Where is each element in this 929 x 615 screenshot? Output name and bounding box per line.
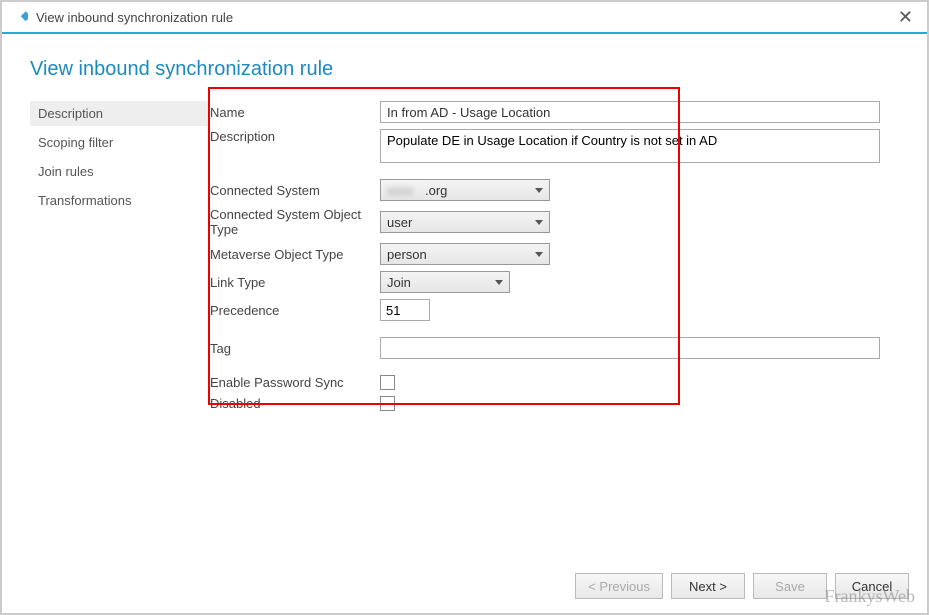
- enable-password-sync-checkbox[interactable]: [380, 375, 395, 390]
- description-input[interactable]: [380, 129, 880, 163]
- close-icon[interactable]: ✕: [892, 6, 919, 28]
- label-disabled: Disabled: [210, 396, 380, 411]
- label-name: Name: [210, 105, 380, 120]
- titlebar: View inbound synchronization rule ✕: [2, 2, 927, 34]
- label-enable-password-sync: Enable Password Sync: [210, 375, 380, 390]
- label-link-type: Link Type: [210, 275, 380, 290]
- tag-input[interactable]: [380, 337, 880, 359]
- sidebar: Description Scoping filter Join rules Tr…: [30, 101, 210, 417]
- label-mv-object-type: Metaverse Object Type: [210, 247, 380, 262]
- save-button: Save: [753, 573, 827, 599]
- page-title: View inbound synchronization rule: [30, 58, 899, 81]
- window-title: View inbound synchronization rule: [36, 10, 233, 25]
- sidebar-item-scoping-filter[interactable]: Scoping filter: [30, 130, 210, 155]
- cancel-button[interactable]: Cancel: [835, 573, 909, 599]
- label-precedence: Precedence: [210, 303, 380, 318]
- previous-button: < Previous: [575, 573, 663, 599]
- footer-buttons: < Previous Next > Save Cancel: [575, 573, 909, 599]
- precedence-input[interactable]: [380, 299, 430, 321]
- label-cs-object-type: Connected System Object Type: [210, 207, 380, 237]
- cs-object-type-select[interactable]: user: [380, 211, 550, 233]
- sidebar-item-join-rules[interactable]: Join rules: [30, 159, 210, 184]
- next-button[interactable]: Next >: [671, 573, 745, 599]
- link-type-select[interactable]: Join: [380, 271, 510, 293]
- sidebar-item-description[interactable]: Description: [30, 101, 210, 126]
- form-area: Name Description Connected System xxxx.o…: [210, 101, 899, 417]
- app-icon: [12, 9, 28, 25]
- connected-system-select[interactable]: xxxx.org: [380, 179, 550, 201]
- sidebar-item-transformations[interactable]: Transformations: [30, 188, 210, 213]
- disabled-checkbox[interactable]: [380, 396, 395, 411]
- name-input[interactable]: [380, 101, 880, 123]
- label-tag: Tag: [210, 341, 380, 356]
- label-description: Description: [210, 129, 380, 144]
- mv-object-type-select[interactable]: person: [380, 243, 550, 265]
- label-connected-system: Connected System: [210, 183, 380, 198]
